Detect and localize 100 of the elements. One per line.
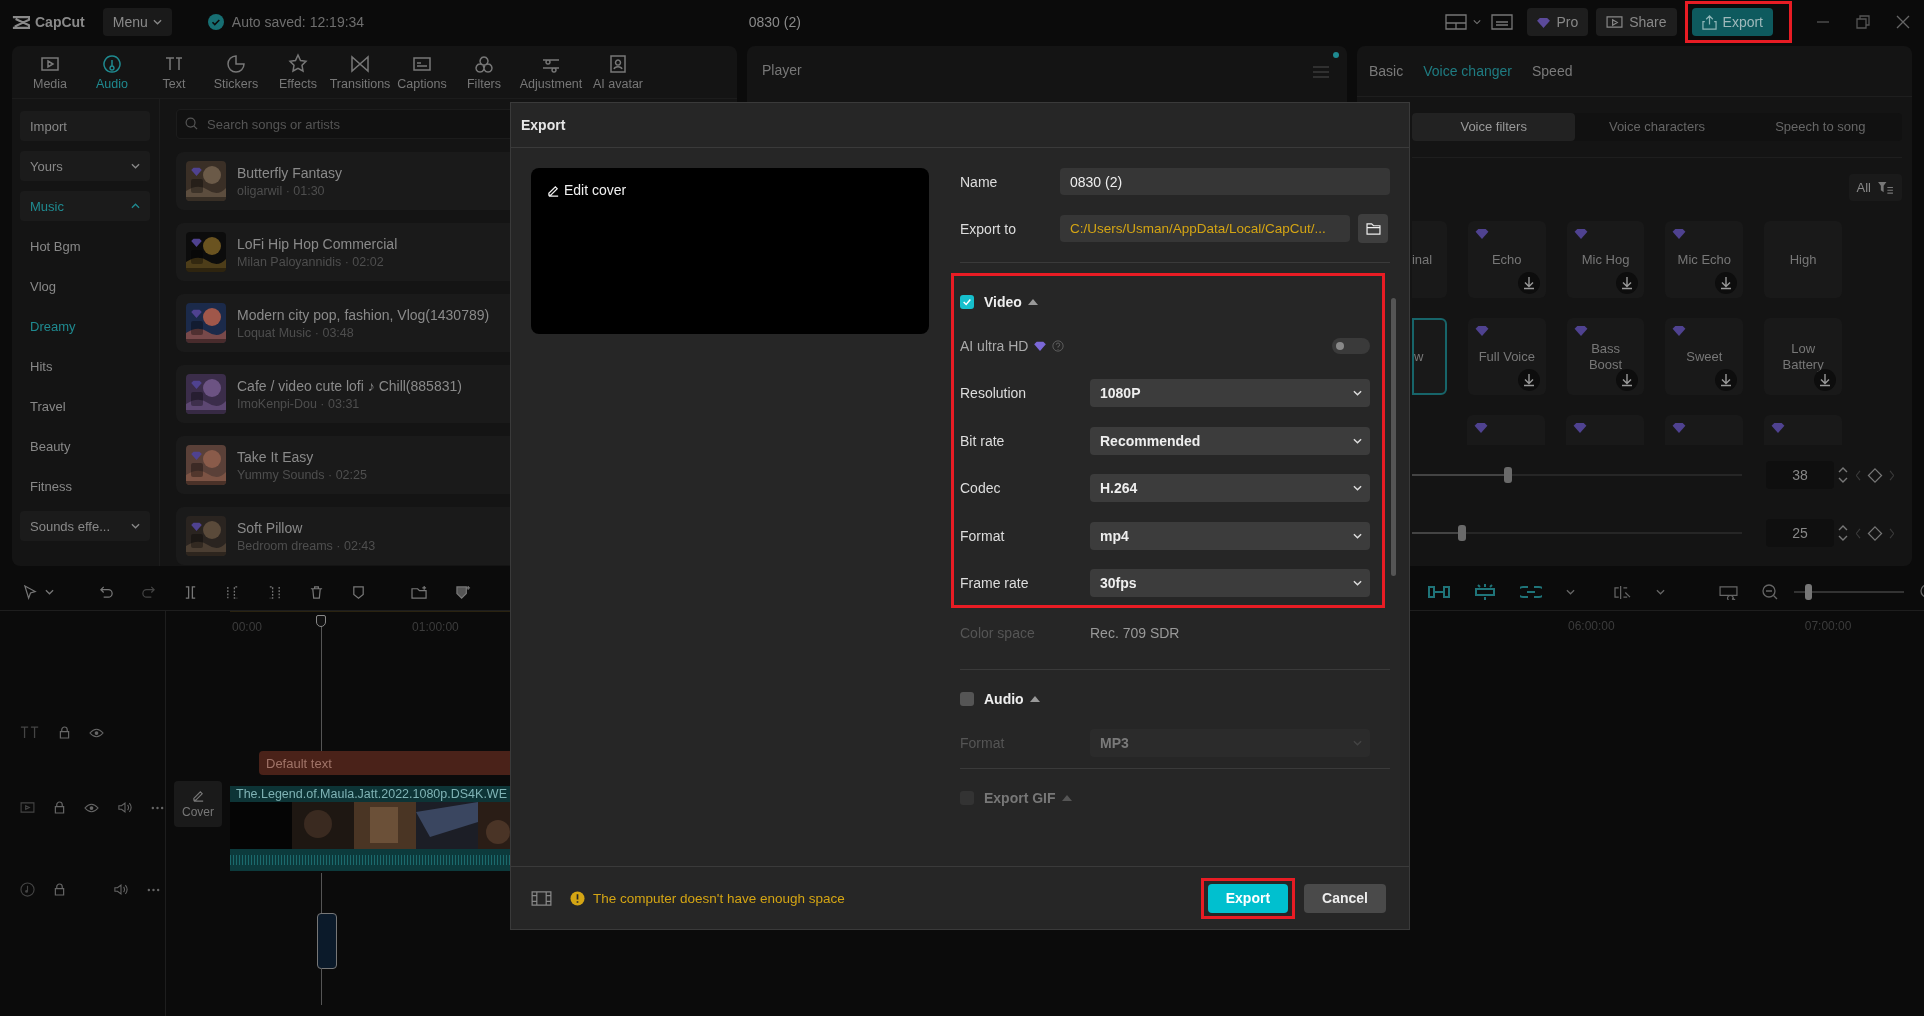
more-icon[interactable] (147, 887, 160, 892)
marker-icon[interactable] (351, 584, 366, 600)
trim-left-icon[interactable] (225, 584, 240, 600)
delete-icon[interactable] (309, 584, 324, 600)
lock-icon[interactable] (54, 801, 65, 814)
voice-card[interactable]: Low Battery (1764, 318, 1842, 395)
caret-icon[interactable] (1566, 589, 1575, 595)
toolbar-tab[interactable]: Audio (82, 53, 142, 91)
voice-card[interactable]: Mic Hog (1566, 221, 1645, 298)
share-button[interactable]: Share (1596, 8, 1677, 36)
redo-icon[interactable] (141, 584, 156, 600)
slider-thumb[interactable] (1457, 525, 1466, 541)
volume-icon[interactable] (114, 883, 128, 896)
stepper-icon[interactable] (1838, 524, 1848, 542)
segment-tab[interactable]: Speech to song (1738, 113, 1902, 141)
layout-icon[interactable] (1445, 14, 1468, 30)
filter-button[interactable]: All (1848, 174, 1902, 201)
sidebar-item[interactable]: Dreamy (20, 311, 150, 341)
voice-card[interactable] (1764, 415, 1842, 445)
panel-tab[interactable]: Basic (1369, 63, 1404, 79)
download-icon[interactable] (1517, 272, 1540, 294)
zoom-fit-icon[interactable] (1719, 584, 1738, 600)
text-field[interactable]: 0830 (2) (1060, 168, 1390, 195)
sidebar-item[interactable]: Hits (20, 351, 150, 381)
dropdown[interactable]: 30fps (1090, 569, 1370, 597)
voice-card[interactable]: w (1412, 318, 1447, 395)
volume-icon[interactable] (118, 801, 132, 814)
subtitle-icon[interactable] (1491, 14, 1514, 30)
folder-button[interactable] (1358, 214, 1388, 243)
zoom-out-icon[interactable] (1762, 584, 1778, 600)
voice-card[interactable] (1467, 415, 1545, 445)
keyframe-icon[interactable] (1856, 467, 1894, 483)
checkbox[interactable] (960, 692, 974, 706)
dropdown[interactable]: 1080P (1090, 379, 1370, 407)
sidebar-item[interactable]: Fitness (20, 471, 150, 501)
dropdown[interactable]: H.264 (1090, 474, 1370, 502)
scrollbar[interactable] (1391, 298, 1396, 576)
film-icon[interactable] (531, 890, 552, 906)
lock-icon[interactable] (59, 726, 70, 739)
voice-card[interactable] (1665, 415, 1743, 445)
voice-card[interactable] (1566, 415, 1644, 445)
toolbar-tab[interactable]: Text (144, 53, 204, 91)
sidebar-item[interactable]: Import (20, 111, 150, 141)
split-screen-icon[interactable] (1474, 584, 1496, 600)
split-icon[interactable] (183, 584, 198, 600)
toolbar-tab[interactable]: Stickers (206, 53, 266, 91)
keyframe-icon[interactable] (1856, 525, 1894, 541)
toolbar-tab[interactable]: Filters (454, 53, 514, 91)
sidebar-item[interactable]: Sounds effe... (20, 511, 150, 541)
collapse-icon[interactable] (1029, 696, 1040, 702)
eye-icon[interactable] (84, 802, 99, 813)
zoom-slider-thumb[interactable] (1805, 584, 1812, 600)
voice-card[interactable]: inal (1411, 221, 1447, 298)
script-icon[interactable] (411, 584, 428, 600)
audio-clip[interactable] (317, 913, 337, 969)
checkbox[interactable] (960, 295, 974, 309)
menu-button[interactable]: Menu (102, 8, 172, 36)
download-icon[interactable] (1616, 369, 1639, 391)
voice-card[interactable]: Sweet (1665, 318, 1744, 395)
stepper-icon[interactable] (1838, 466, 1848, 484)
toggle-switch[interactable] (1332, 337, 1370, 354)
panel-tab[interactable]: Speed (1531, 63, 1573, 79)
snap-icon[interactable] (1428, 585, 1450, 599)
pro-button[interactable]: Pro (1527, 8, 1589, 36)
panel-tab[interactable]: Voice changer (1423, 63, 1512, 79)
undo-icon[interactable] (99, 584, 114, 600)
sidebar-item[interactable]: Travel (20, 391, 150, 421)
help-icon[interactable] (1052, 339, 1065, 352)
toolbar-tab[interactable]: Adjustment (516, 53, 586, 91)
voice-card[interactable]: High (1764, 221, 1842, 298)
dropdown[interactable]: Recommended (1090, 426, 1370, 455)
lock-icon[interactable] (54, 883, 65, 896)
segment-tab[interactable]: Voice characters (1575, 113, 1739, 141)
trim-right-icon[interactable] (267, 584, 282, 600)
value-field[interactable]: 38 (1766, 461, 1834, 489)
segment-tab[interactable]: Voice filters (1412, 113, 1576, 141)
caret-icon[interactable] (1473, 19, 1482, 25)
preview-axis-icon[interactable] (1613, 584, 1632, 600)
voice-card[interactable]: Bass Boost (1566, 318, 1645, 395)
sidebar-item[interactable]: Music (20, 191, 150, 221)
dropdown[interactable]: mp4 (1090, 521, 1370, 550)
slider-thumb[interactable] (1503, 467, 1512, 483)
sidebar-item[interactable]: Hot Bgm (20, 231, 150, 261)
value-field[interactable]: 25 (1766, 519, 1834, 547)
text-clip[interactable]: Default text (259, 751, 510, 775)
restore-icon[interactable] (1856, 15, 1870, 29)
cancel-button[interactable]: Cancel (1304, 883, 1386, 913)
sidebar-item[interactable]: Beauty (20, 431, 150, 461)
eye-icon[interactable] (89, 727, 104, 738)
export-button[interactable]: Export (1691, 8, 1773, 36)
toolbar-tab[interactable]: Media (20, 53, 80, 91)
voice-card[interactable]: Mic Echo (1665, 221, 1744, 298)
caret-icon[interactable] (45, 589, 54, 595)
caret-icon[interactable] (1656, 589, 1665, 595)
sidebar-item[interactable]: Yours (20, 151, 150, 181)
more-icon[interactable] (151, 805, 164, 810)
download-icon[interactable] (1517, 369, 1540, 391)
toolbar-tab[interactable]: Transitions (330, 53, 390, 91)
collapse-icon[interactable] (1027, 299, 1038, 305)
download-icon[interactable] (1715, 272, 1738, 294)
